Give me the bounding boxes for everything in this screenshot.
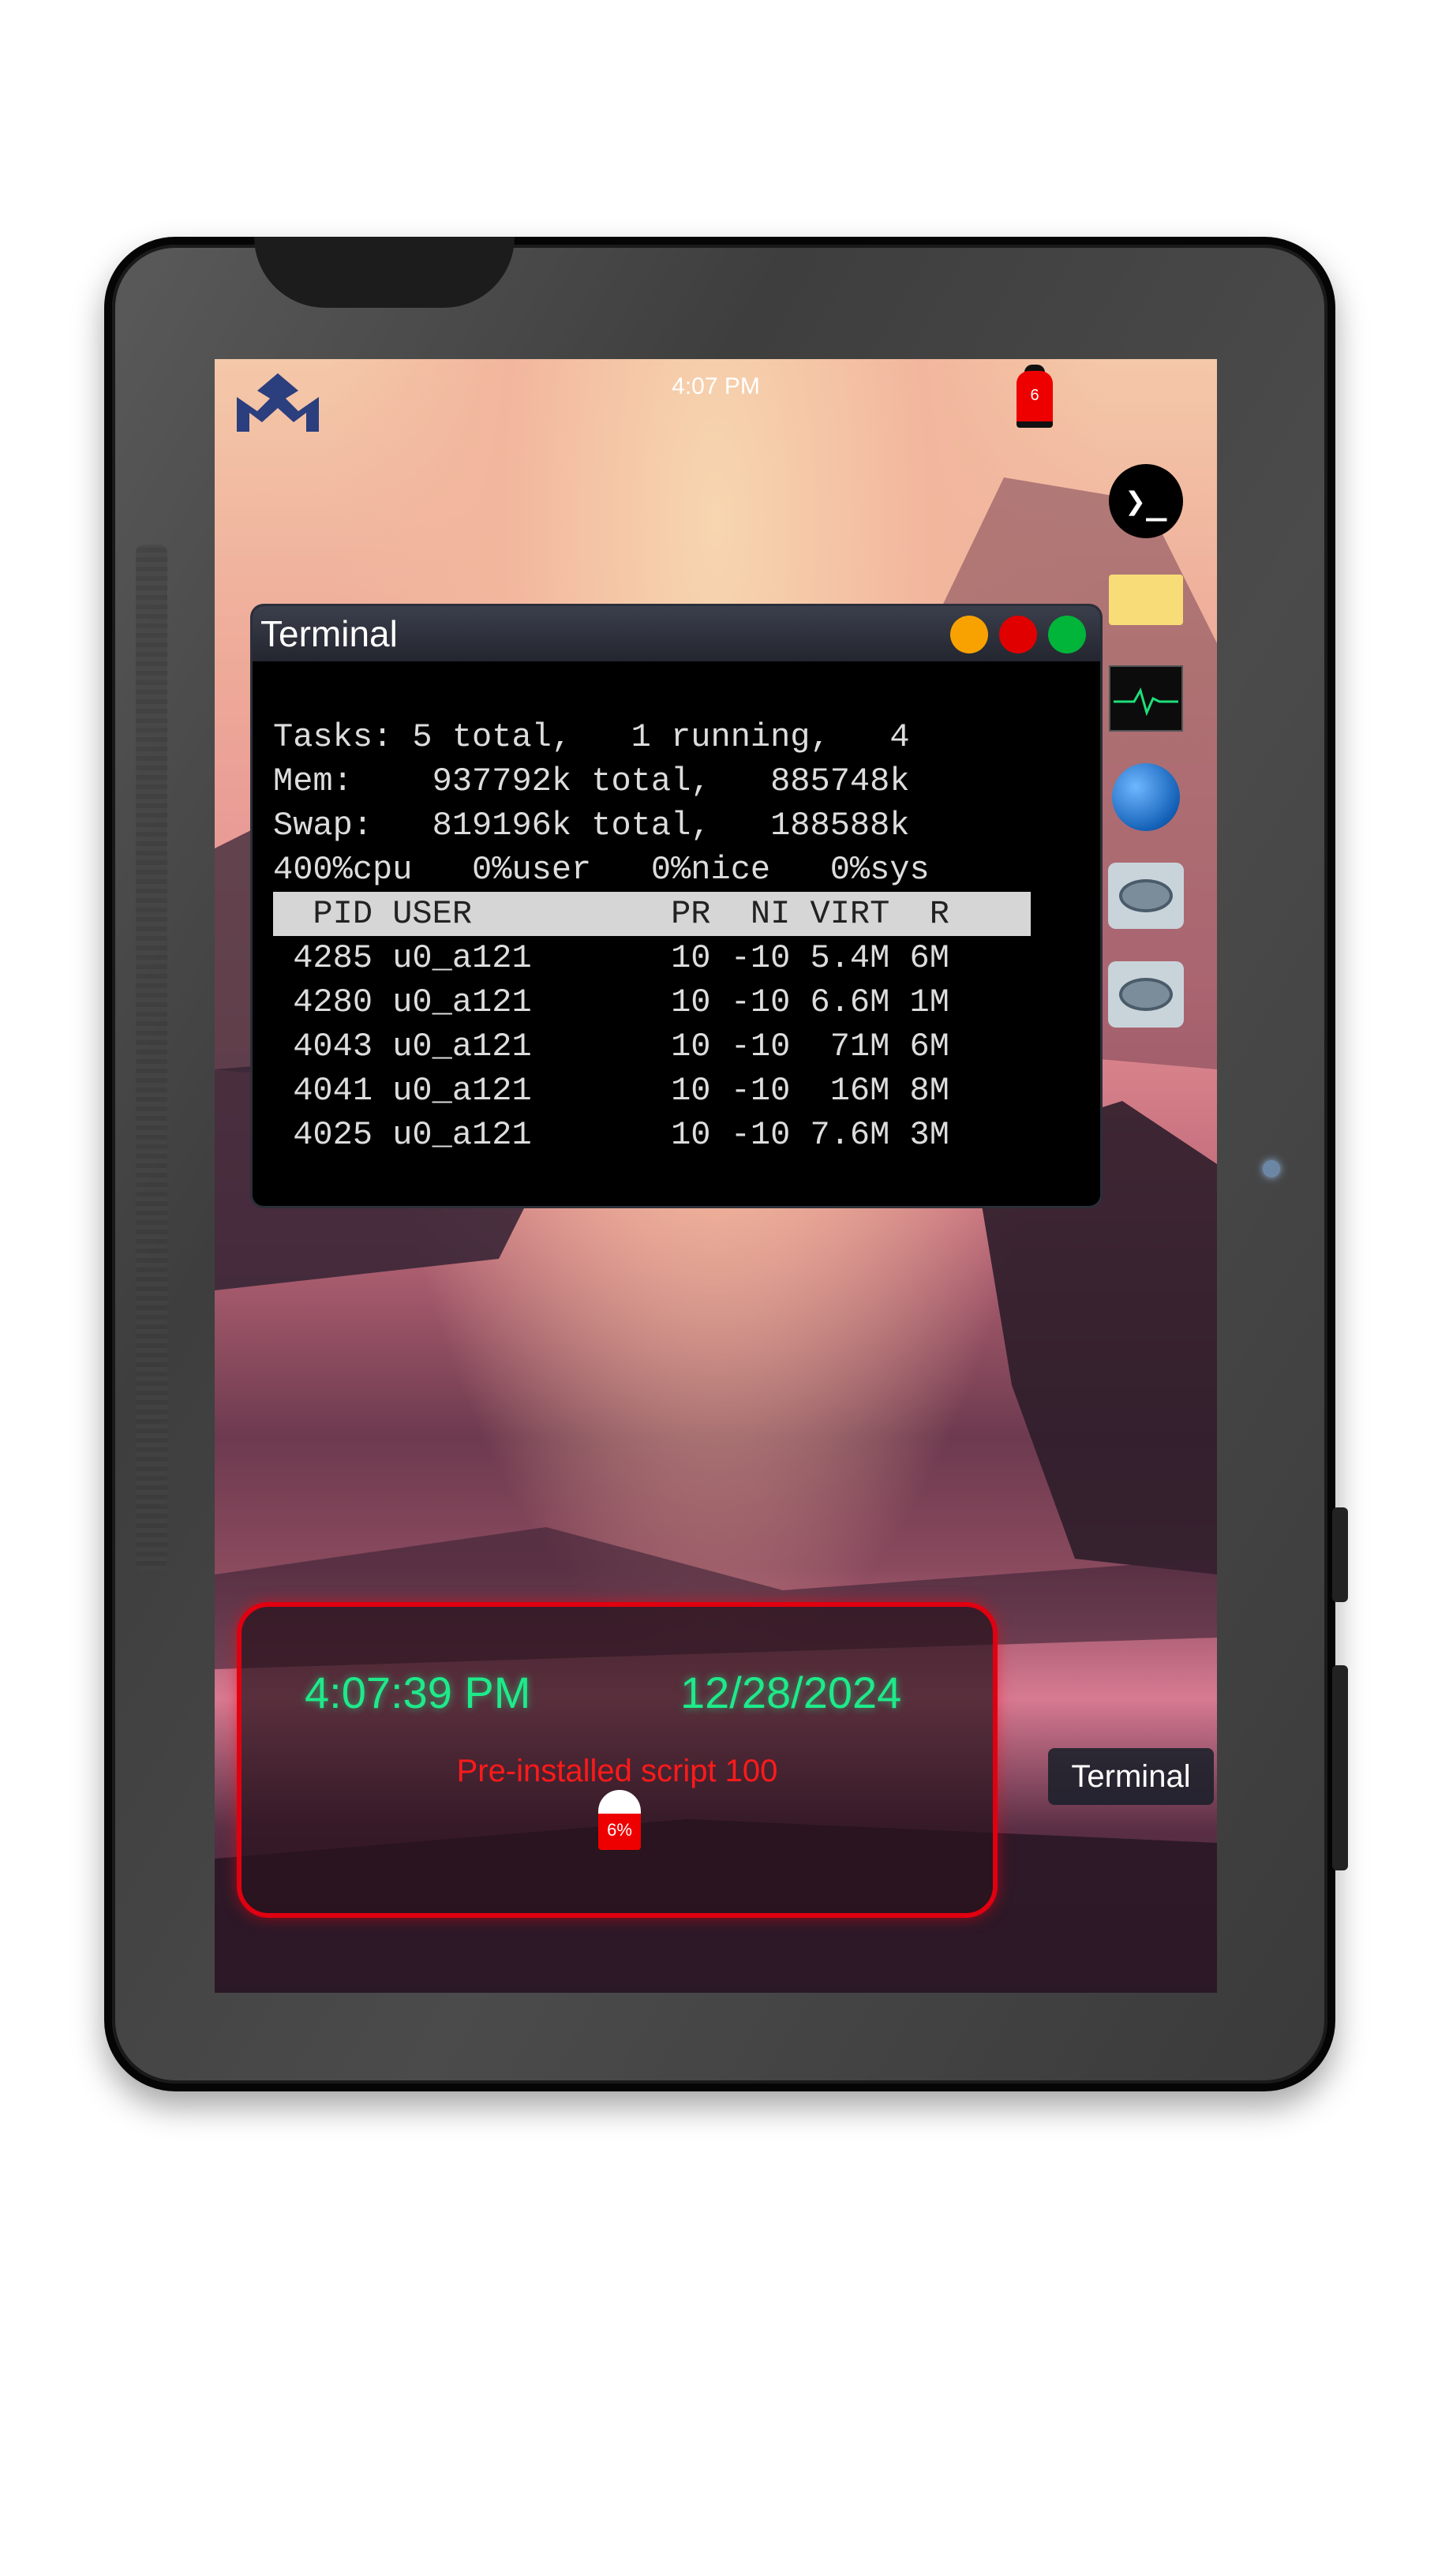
nmap-eye-icon	[1108, 961, 1184, 1028]
globe-icon	[1112, 763, 1180, 831]
process-row: 4280 u0_a121 10 -10 6.6M 1M	[273, 983, 949, 1021]
minimize-button[interactable]	[950, 616, 988, 653]
volume-button	[1332, 1507, 1348, 1602]
widget-battery-pct: 6%	[607, 1820, 632, 1840]
widget-script-status: Pre-installed script 100	[456, 1754, 778, 1788]
terminal-line: Tasks: 5 total, 1 running, 4	[273, 718, 910, 756]
folder-icon	[1109, 575, 1183, 625]
camera-sensor	[1263, 1160, 1280, 1178]
status-bar-time: 4:07 PM	[672, 373, 760, 399]
nmap-eye-icon	[1108, 863, 1184, 929]
power-button	[1332, 1665, 1348, 1870]
taskbar-terminal-button[interactable]: Terminal	[1048, 1748, 1214, 1805]
dock-terminal[interactable]: ❯_	[1106, 462, 1185, 541]
battery-indicator: 6	[1017, 365, 1053, 428]
device-grip	[136, 545, 167, 1571]
process-row: 4285 u0_a121 10 -10 5.4M 6M	[273, 939, 949, 977]
process-row: 4043 u0_a121 10 -10 71M 6M	[273, 1028, 949, 1065]
widget-battery-icon: 6%	[598, 1790, 641, 1850]
terminal-output[interactable]: Tasks: 5 total, 1 running, 4 Mem: 937792k…	[253, 661, 1100, 1206]
dock-nmap-2[interactable]	[1106, 955, 1185, 1034]
process-row: 4041 u0_a121 10 -10 16M 8M	[273, 1072, 949, 1110]
widget-date: 12/28/2024	[680, 1668, 902, 1717]
terminal-title: Terminal	[260, 613, 398, 654]
dock-nmap-1[interactable]	[1106, 856, 1185, 935]
maximize-button[interactable]	[1048, 616, 1086, 653]
terminal-window[interactable]: Terminal Tasks: 5 total, 1 running, 4 Mem…	[253, 606, 1100, 1206]
close-button[interactable]	[999, 616, 1037, 653]
process-table-header: PID USER PR NI VIRT R	[273, 892, 1031, 936]
dock-system-monitor[interactable]	[1106, 659, 1185, 738]
battery-level: 6	[1030, 387, 1039, 404]
terminal-prompt-icon: ❯_	[1109, 464, 1183, 538]
terminal-line: Mem: 937792k total, 885748k	[273, 762, 910, 800]
terminal-line: Swap: 819196k total, 188588k	[273, 807, 910, 844]
terminal-line: 400%cpu 0%user 0%nice 0%sys	[273, 851, 930, 889]
pulse-monitor-icon	[1109, 665, 1183, 732]
clock-widget: 4:07:39 PM 12/28/2024 Pre-installed scri…	[237, 1602, 998, 1918]
device-notch	[254, 237, 515, 308]
widget-time: 4:07:39 PM	[305, 1668, 531, 1717]
mm-logo-icon[interactable]	[230, 367, 325, 446]
dock-browser[interactable]	[1106, 758, 1185, 837]
terminal-titlebar[interactable]: Terminal	[253, 606, 1100, 661]
dock-files[interactable]	[1106, 560, 1185, 639]
process-row: 4025 u0_a121 10 -10 7.6M 3M	[273, 1116, 949, 1154]
